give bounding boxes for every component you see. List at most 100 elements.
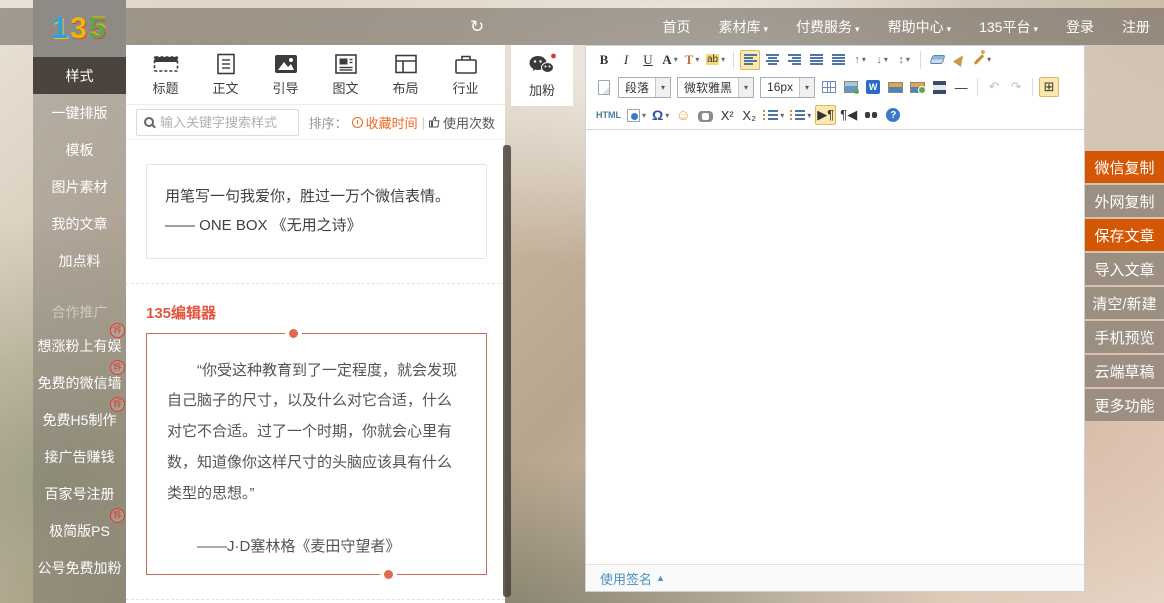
unordered-list-button[interactable]: ▾ <box>788 105 813 125</box>
horizontal-rule-button[interactable]: — <box>951 77 971 97</box>
eraser-button[interactable] <box>927 50 947 70</box>
insert-link-button[interactable] <box>695 105 715 125</box>
underline-button[interactable]: U <box>638 50 658 70</box>
emoji-button[interactable]: ☺ <box>673 105 693 125</box>
insert-image-button[interactable] <box>885 77 905 97</box>
sidebar-item-image-material[interactable]: 图片素材 <box>33 168 126 205</box>
external-copy-button[interactable]: 外网复制 <box>1085 185 1164 217</box>
align-right-button[interactable] <box>784 50 804 70</box>
cloud-draft-button[interactable]: 云端草稿 <box>1085 355 1164 387</box>
template-button[interactable]: ▾ <box>625 105 648 125</box>
mobile-preview-button[interactable]: 手机预览 <box>1085 321 1164 353</box>
find-replace-button[interactable] <box>861 105 881 125</box>
promo-item-free-fans[interactable]: 公号免费加粉 <box>33 549 126 586</box>
magic-format-button[interactable]: ▾ <box>971 50 993 70</box>
sidebar-item-one-click-layout[interactable]: 一键排版 <box>33 94 126 131</box>
special-char-button[interactable]: Ω▾ <box>650 105 671 125</box>
clear-new-button[interactable]: 清空/新建 <box>1085 287 1164 319</box>
logo-135[interactable]: 135 <box>33 0 126 57</box>
sidebar-item-my-articles[interactable]: 我的文章 <box>33 205 126 242</box>
text-color-button[interactable]: T▾ <box>682 50 702 70</box>
promo-item-mini-ps[interactable]: 极简版PS荐 <box>33 512 126 549</box>
insert-table-button[interactable] <box>819 77 839 97</box>
ltr-paragraph-button[interactable]: ▶¶ <box>815 105 836 125</box>
insert-video-button[interactable] <box>929 77 949 97</box>
align-center-button[interactable] <box>762 50 782 70</box>
tab-body-styles[interactable]: 正文 <box>200 49 251 101</box>
more-functions-button[interactable]: 更多功能 <box>1085 389 1164 421</box>
spacing-top-button[interactable]: ↑▾ <box>850 50 870 70</box>
tab-label: 加粉 <box>529 80 555 99</box>
tab-add-fans[interactable]: 加粉 <box>511 45 573 106</box>
logo-digit: 3 <box>70 12 89 46</box>
search-input[interactable] <box>160 115 291 130</box>
promo-item-grow-fans[interactable]: 想涨粉上有娱荐 <box>33 327 126 364</box>
save-article-button[interactable]: 保存文章 <box>1085 219 1164 251</box>
nav-135-platform[interactable]: 135平台▾ <box>979 17 1038 37</box>
chevron-down-icon: ▾ <box>695 55 699 64</box>
promo-item-baijiahao[interactable]: 百家号注册 <box>33 475 126 512</box>
nav-help-center[interactable]: 帮助中心▾ <box>888 17 952 37</box>
tab-label: 布局 <box>392 78 418 97</box>
italic-button[interactable]: I <box>616 50 636 70</box>
insert-images-button[interactable] <box>907 77 927 97</box>
html-source-button[interactable]: HTML <box>594 105 623 125</box>
promo-item-ads-money[interactable]: 接广告赚钱 <box>33 438 126 475</box>
redo-button[interactable]: ↷ <box>1006 77 1026 97</box>
new-document-button[interactable] <box>594 77 614 97</box>
sort-by-usage[interactable]: 使用次数 <box>429 113 495 132</box>
insert-box-button[interactable]: ⊞ <box>1039 77 1059 97</box>
font-size-select[interactable]: 16px▾ <box>760 77 815 98</box>
editor-content-area[interactable] <box>586 130 1084 564</box>
indent-button[interactable] <box>828 50 848 70</box>
sidebar-item-extras[interactable]: 加点料 <box>33 242 126 279</box>
use-signature-toggle[interactable]: 使用签名▲ <box>600 569 665 588</box>
promo-item-wechat-wall[interactable]: 免费的微信墙荐 <box>33 364 126 401</box>
paragraph-select[interactable]: 段落▾ <box>618 77 671 98</box>
style-card-quote-box[interactable]: 用笔写一句我爱你，胜过一万个微信表情。 —— ONE BOX 《无用之诗》 <box>146 164 487 259</box>
rtl-paragraph-button[interactable]: ¶◀ <box>838 105 859 125</box>
spacing-bottom-icon: ↓ <box>876 54 882 66</box>
toolbar-separator <box>1032 78 1033 96</box>
style-search-box[interactable] <box>136 109 299 136</box>
style-list: 用笔写一句我爱你，胜过一万个微信表情。 —— ONE BOX 《无用之诗》 13… <box>126 140 505 603</box>
style-panel-scrollbar[interactable] <box>503 145 511 597</box>
screenshot-button[interactable] <box>841 77 861 97</box>
wechat-copy-button[interactable]: 微信复制 <box>1085 151 1164 183</box>
help-button[interactable]: ? <box>883 105 903 125</box>
bold-button[interactable]: B <box>594 50 614 70</box>
clear-format-button[interactable] <box>949 50 969 70</box>
refresh-icon[interactable]: ↻ <box>470 8 484 45</box>
import-article-button[interactable]: 导入文章 <box>1085 253 1164 285</box>
nav-material-library[interactable]: 素材库▾ <box>719 17 769 37</box>
nav-register[interactable]: 注册 <box>1122 17 1150 37</box>
justify-button[interactable] <box>806 50 826 70</box>
ordered-list-button[interactable]: ▾ <box>761 105 786 125</box>
sidebar-item-templates[interactable]: 模板 <box>33 131 126 168</box>
tab-label: 标题 <box>152 78 178 97</box>
sort-by-favorite[interactable]: 收藏时间 <box>352 113 418 132</box>
nav-home[interactable]: 首页 <box>663 17 691 37</box>
tab-imagetext-styles[interactable]: 图文 <box>320 49 371 101</box>
nav-paid-services[interactable]: 付费服务▾ <box>796 17 860 37</box>
promo-item-free-h5[interactable]: 免费H5制作荐 <box>33 401 126 438</box>
chevron-down-icon: ▾ <box>1033 24 1038 34</box>
superscript-button[interactable]: X² <box>717 105 737 125</box>
style-card-framed-quote[interactable]: 135编辑器 “你受这种教育到了一定程度，就会发现自己脑子的尺寸，以及什么对它合… <box>146 302 487 576</box>
magic-wand-icon <box>974 54 985 65</box>
sidebar-item-styles[interactable]: 样式 <box>33 57 126 94</box>
spacing-bottom-button[interactable]: ↓▾ <box>872 50 892 70</box>
tab-guide-styles[interactable]: 引导 <box>260 49 311 101</box>
tab-layout-styles[interactable]: 布局 <box>380 49 431 101</box>
font-family-select[interactable]: 微软雅黑▾ <box>677 77 754 98</box>
highlight-button[interactable]: ab▾ <box>704 50 727 70</box>
tab-title-styles[interactable]: 标题 <box>140 49 191 101</box>
align-left-button[interactable] <box>740 50 760 70</box>
tab-industry-styles[interactable]: 行业 <box>440 49 491 101</box>
line-spacing-button[interactable]: ↕▾ <box>894 50 914 70</box>
paste-word-button[interactable]: W <box>863 77 883 97</box>
subscript-button[interactable]: X₂ <box>739 105 759 125</box>
nav-login[interactable]: 登录 <box>1066 17 1094 37</box>
font-color-button[interactable]: A▾ <box>660 50 680 70</box>
undo-button[interactable]: ↶ <box>984 77 1004 97</box>
